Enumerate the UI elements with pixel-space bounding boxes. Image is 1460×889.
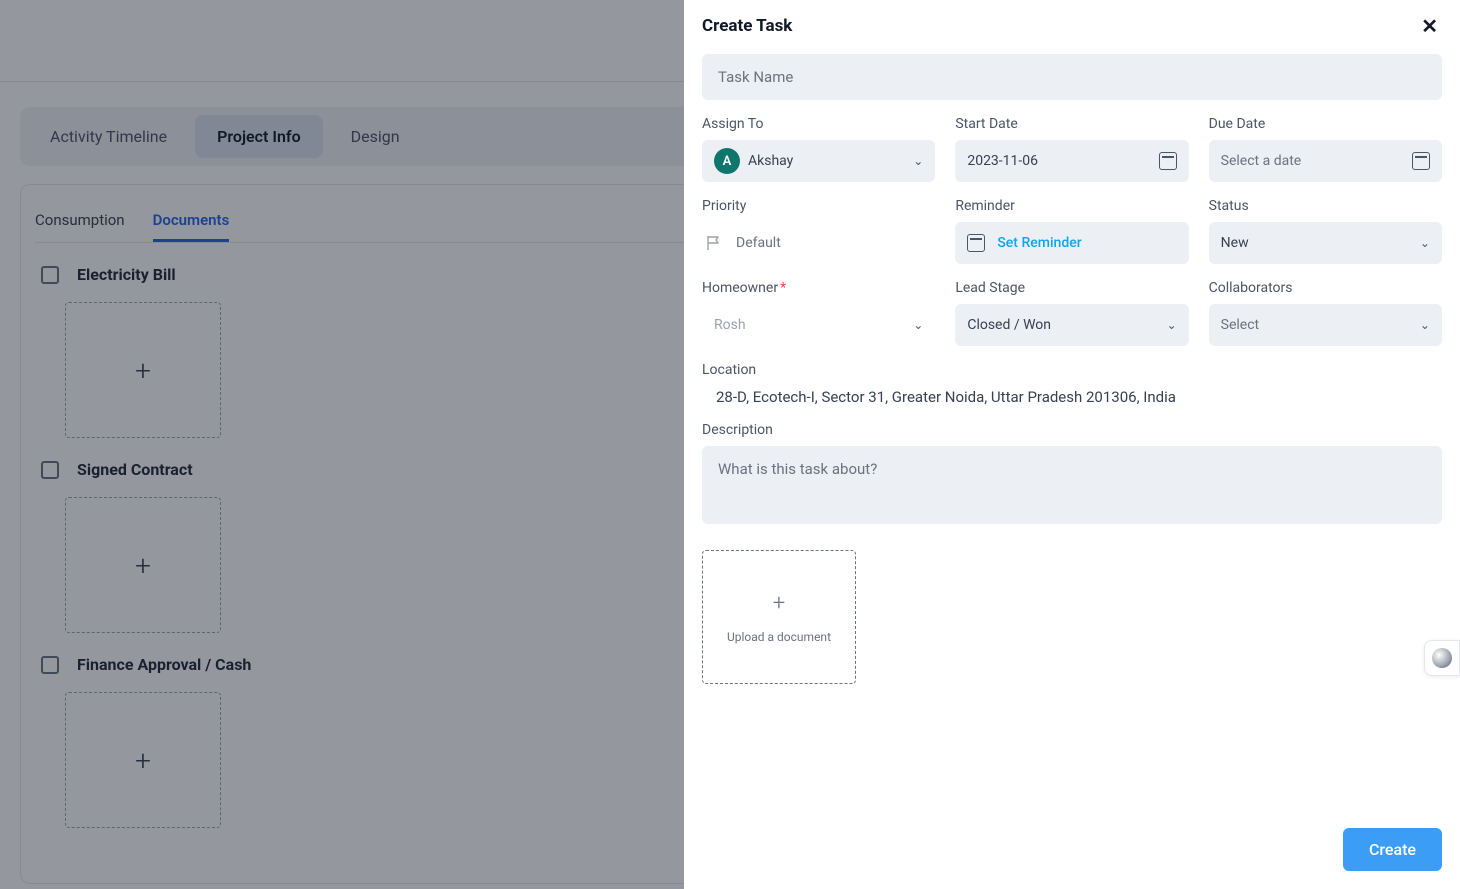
create-button[interactable]: Create [1343, 828, 1442, 871]
priority-select[interactable]: Default [702, 222, 935, 264]
priority-value: Default [736, 235, 781, 251]
field-status: Status New ⌄ [1209, 198, 1442, 264]
panel-footer: Create [684, 814, 1460, 889]
form-grid: Assign To A Akshay ⌄ Start Date 2023-11-… [702, 116, 1442, 346]
label-location: Location [702, 362, 1442, 378]
reminder-link-text: Set Reminder [997, 235, 1081, 251]
field-collaborators: Collaborators Select ⌄ [1209, 280, 1442, 346]
start-date-input[interactable]: 2023-11-06 [955, 140, 1188, 182]
assign-to-select[interactable]: A Akshay ⌄ [702, 140, 935, 182]
homeowner-select[interactable]: Rosh ⌄ [702, 304, 935, 346]
chevron-down-icon: ⌄ [913, 318, 923, 332]
status-select[interactable]: New ⌄ [1209, 222, 1442, 264]
field-reminder: Reminder Set Reminder [955, 198, 1188, 264]
create-task-panel: Create Task ✕ Assign To A Akshay ⌄ Start… [684, 0, 1460, 889]
plus-icon: + [773, 591, 785, 616]
label-collaborators: Collaborators [1209, 280, 1442, 296]
field-due-date: Due Date Select a date [1209, 116, 1442, 182]
label-status: Status [1209, 198, 1442, 214]
field-assign-to: Assign To A Akshay ⌄ [702, 116, 935, 182]
location-text: 28-D, Ecotech-I, Sector 31, Greater Noid… [702, 388, 1442, 406]
homeowner-value: Rosh [714, 317, 746, 333]
lead-stage-value: Closed / Won [967, 317, 1051, 333]
task-name-input[interactable] [702, 54, 1442, 100]
chevron-down-icon: ⌄ [1420, 318, 1430, 332]
status-value: New [1221, 235, 1249, 251]
upload-document-box[interactable]: + Upload a document [702, 550, 856, 684]
chevron-down-icon: ⌄ [1420, 236, 1430, 250]
reminder-button[interactable]: Set Reminder [955, 222, 1188, 264]
field-start-date: Start Date 2023-11-06 [955, 116, 1188, 182]
label-lead-stage: Lead Stage [955, 280, 1188, 296]
assign-name: Akshay [748, 153, 793, 169]
flag-icon [706, 235, 722, 251]
label-homeowner: Homeowner* [702, 280, 935, 296]
collaborators-placeholder: Select [1221, 317, 1259, 333]
field-lead-stage: Lead Stage Closed / Won ⌄ [955, 280, 1188, 346]
due-date-placeholder: Select a date [1221, 153, 1302, 169]
label-due-date: Due Date [1209, 116, 1442, 132]
panel-body: Assign To A Akshay ⌄ Start Date 2023-11-… [684, 48, 1460, 814]
floating-widget[interactable] [1424, 640, 1460, 676]
description-section: Description [702, 422, 1442, 528]
start-date-value: 2023-11-06 [967, 153, 1038, 169]
field-priority: Priority Default [702, 198, 935, 264]
close-icon[interactable]: ✕ [1415, 10, 1444, 42]
calendar-icon [1159, 152, 1177, 170]
label-reminder: Reminder [955, 198, 1188, 214]
upload-label: Upload a document [727, 630, 831, 644]
field-homeowner: Homeowner* Rosh ⌄ [702, 280, 935, 346]
orb-icon [1432, 648, 1452, 668]
label-priority: Priority [702, 198, 935, 214]
calendar-icon [1412, 152, 1430, 170]
due-date-input[interactable]: Select a date [1209, 140, 1442, 182]
label-description: Description [702, 422, 1442, 438]
panel-header: Create Task ✕ [684, 0, 1460, 48]
description-input[interactable] [702, 446, 1442, 524]
avatar: A [714, 148, 740, 174]
calendar-icon [967, 234, 985, 252]
collaborators-select[interactable]: Select ⌄ [1209, 304, 1442, 346]
chevron-down-icon: ⌄ [1167, 318, 1177, 332]
location-section: Location 28-D, Ecotech-I, Sector 31, Gre… [702, 362, 1442, 406]
panel-title: Create Task [702, 16, 792, 36]
label-assign-to: Assign To [702, 116, 935, 132]
chevron-down-icon: ⌄ [913, 154, 923, 168]
lead-stage-select[interactable]: Closed / Won ⌄ [955, 304, 1188, 346]
label-start-date: Start Date [955, 116, 1188, 132]
